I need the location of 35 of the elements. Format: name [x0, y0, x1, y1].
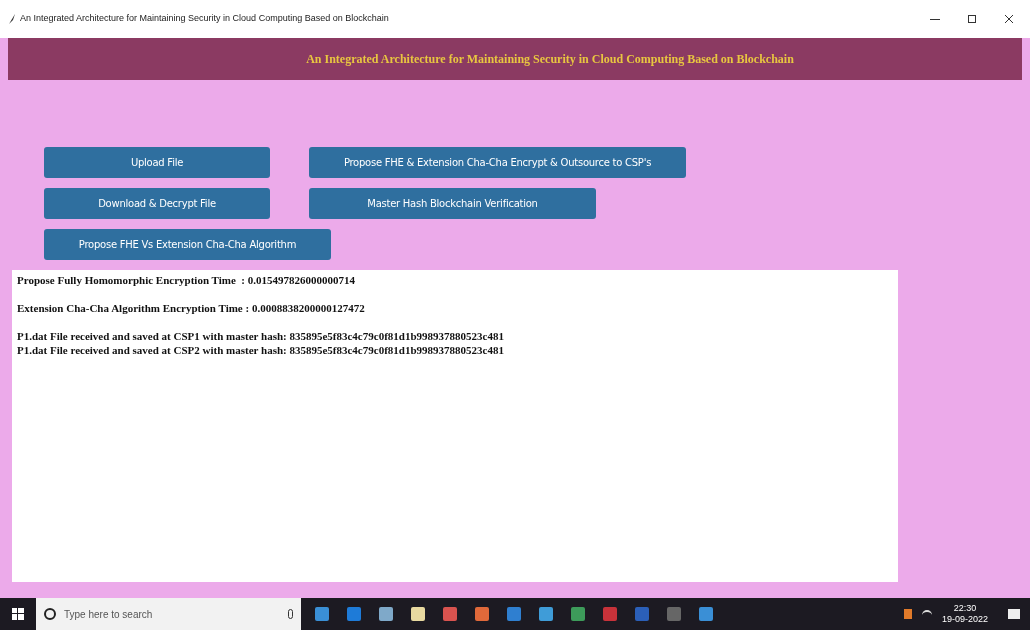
output-line: Propose Fully Homomorphic Encryption Time : 0.015497826000000714	[17, 273, 356, 287]
cortana-icon	[44, 608, 56, 620]
taskbar-app-icon[interactable]	[315, 607, 329, 621]
taskbar-app-icon[interactable]	[539, 607, 553, 621]
taskbar-app-icon[interactable]	[475, 607, 489, 621]
output-line: P1.dat File received and saved at CSP2 with master hash: 835895e5f83c4c79c0f81d1b998937880523c481	[17, 343, 505, 357]
taskbar-app-icon[interactable]	[635, 607, 649, 621]
taskbar-app-icon[interactable]	[571, 607, 585, 621]
app-title: An Integrated Architecture for Maintaining Security in Cloud Computing Based on Blockchain	[305, 51, 794, 68]
taskbar-app-icon[interactable]	[411, 607, 425, 621]
output-line: Extension Cha-Cha Algorithm Encryption Time : 0.0008838200000127472	[17, 301, 366, 315]
clock-date: 19-09-2022	[941, 614, 988, 625]
minimize-icon[interactable]	[930, 18, 940, 20]
output-line: P1.dat File received and saved at CSP1 with master hash: 835895e5f83c4c79c0f81d1b998937880523c481	[17, 329, 505, 343]
window-title: An Integrated Architecture for Maintaining Security in Cloud Computing Based on Blockchain	[20, 12, 389, 26]
close-icon[interactable]	[1004, 14, 1014, 24]
taskbar-search-bar[interactable]: Type here to search	[36, 598, 301, 630]
taskbar-app-icon[interactable]	[379, 607, 393, 621]
taskbar-app-icon[interactable]	[699, 607, 713, 621]
taskbar-app-icon[interactable]	[667, 607, 681, 621]
taskbar-app-icon[interactable]	[443, 607, 457, 621]
search-field[interactable]: Type here to search	[64, 606, 280, 622]
microphone-icon	[288, 609, 293, 619]
taskbar-app-icon[interactable]	[603, 607, 617, 621]
action-button[interactable]: Upload File	[44, 147, 270, 178]
taskbar-app-icon[interactable]	[347, 607, 361, 621]
restore-icon[interactable]	[968, 15, 976, 23]
action-button[interactable]: Download & Decrypt File	[44, 188, 270, 219]
action-button[interactable]: Master Hash Blockchain Verification	[309, 188, 596, 219]
clock-time: 22:30	[953, 603, 977, 614]
windows-start-icon[interactable]	[12, 608, 24, 620]
notification-icon[interactable]	[1008, 609, 1020, 619]
taskbar-app-icon[interactable]	[507, 607, 521, 621]
action-button[interactable]: Propose FHE Vs Extension Cha-Cha Algorithm	[44, 229, 331, 260]
action-button[interactable]: Propose FHE & Extension Cha-Cha Encrypt & Outsource to CSP's	[309, 147, 686, 178]
